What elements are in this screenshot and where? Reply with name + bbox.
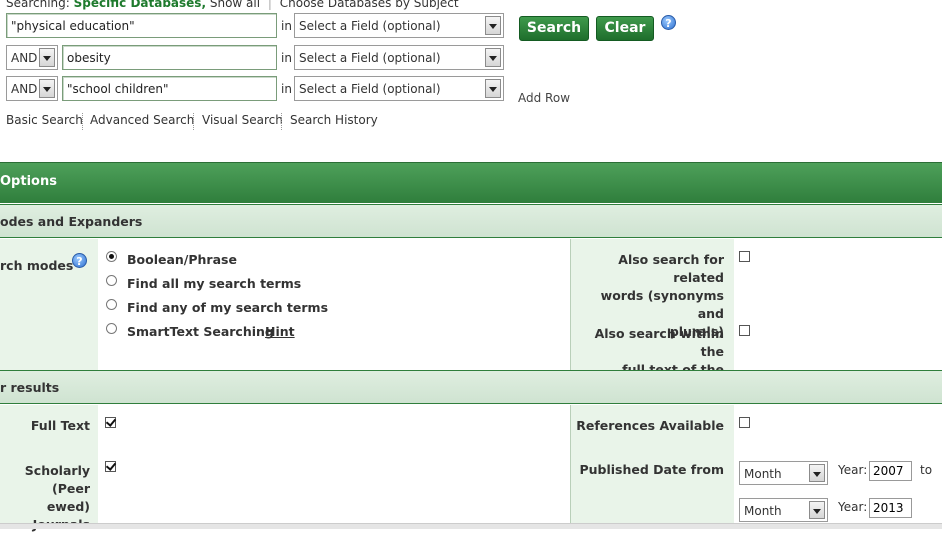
expanders-checkbox-cell: [734, 239, 942, 370]
from-month-select[interactable]: Month: [739, 461, 828, 485]
mode-find-all-label: Find all my search terms: [127, 276, 302, 291]
chevron-down-icon: [485, 16, 501, 35]
limit-results-title: r results: [0, 380, 60, 395]
options-title: Options: [0, 174, 57, 189]
bool-select-2[interactable]: AND: [6, 45, 58, 70]
bool-select-3-value: AND: [11, 82, 38, 96]
references-checkbox[interactable]: [739, 417, 750, 428]
search-term-input-3[interactable]: [62, 76, 277, 101]
modes-expanders-title: odes and Expanders: [0, 214, 143, 229]
searching-line: Searching: Specific Databases, Show all …: [6, 0, 459, 10]
mode-find-any-radio[interactable]: [106, 299, 117, 310]
nav-divider: [82, 113, 83, 130]
limit-left-checkbox-cell: [98, 405, 570, 523]
published-date-label: Published Date from: [579, 462, 724, 477]
full-text-checkbox[interactable]: [105, 417, 116, 428]
search-button[interactable]: Search: [519, 16, 589, 41]
mode-find-all-radio[interactable]: [106, 275, 117, 286]
to-year-input[interactable]: [869, 498, 912, 518]
specific-databases-link[interactable]: Specific Databases,: [74, 0, 206, 10]
bool-select-2-value: AND: [11, 51, 38, 65]
mode-boolean-label: Boolean/Phrase: [127, 252, 237, 267]
searching-label: Searching:: [6, 0, 70, 10]
field-select-2-value: Select a Field (optional): [299, 51, 441, 65]
chevron-down-icon: [39, 48, 55, 67]
to-month-value: Month: [744, 504, 782, 518]
field-select-2[interactable]: Select a Field (optional): [294, 45, 504, 70]
modes-expanders-header[interactable]: odes and Expanders: [0, 204, 942, 238]
from-year-label: Year:: [838, 463, 868, 477]
field-select-1[interactable]: Select a Field (optional): [294, 13, 504, 38]
in-label-1: in: [281, 19, 292, 33]
horizontal-scrollbar[interactable]: [0, 523, 942, 529]
visual-search-link[interactable]: Visual Search: [202, 113, 283, 127]
to-month-select[interactable]: Month: [739, 498, 828, 522]
search-history-link[interactable]: Search History: [290, 113, 378, 127]
scholarly-checkbox[interactable]: [105, 461, 116, 472]
chevron-down-icon: [485, 79, 501, 98]
related-words-checkbox[interactable]: [739, 251, 750, 262]
mode-find-any-label: Find any of my search terms: [127, 300, 329, 315]
full-text-search-checkbox[interactable]: [739, 325, 750, 336]
chevron-down-icon: [39, 79, 55, 98]
options-header[interactable]: Options: [0, 162, 942, 203]
field-select-3-value: Select a Field (optional): [299, 82, 441, 96]
basic-search-link[interactable]: Basic Search: [6, 113, 83, 127]
references-label: References Available: [576, 418, 724, 433]
chevron-down-icon: [809, 501, 825, 519]
mode-smarttext-label: SmartText Searching: [127, 324, 274, 339]
in-label-3: in: [281, 82, 292, 96]
search-term-input-1[interactable]: [6, 13, 277, 38]
full-text-label: Full Text: [30, 418, 90, 433]
divider: |: [267, 0, 272, 10]
add-row-link[interactable]: Add Row: [518, 91, 570, 105]
field-select-3[interactable]: Select a Field (optional): [294, 76, 504, 101]
mode-boolean-radio[interactable]: [106, 251, 117, 262]
to-label: to: [920, 463, 933, 477]
help-icon[interactable]: ?: [72, 253, 87, 268]
clear-button[interactable]: Clear: [596, 16, 654, 41]
field-select-1-value: Select a Field (optional): [299, 19, 441, 33]
nav-divider: [281, 113, 282, 130]
show-all-link[interactable]: Show all: [210, 0, 260, 10]
choose-databases-link[interactable]: Choose Databases by Subject: [280, 0, 459, 10]
bool-select-3[interactable]: AND: [6, 76, 58, 101]
in-label-2: in: [281, 51, 292, 65]
nav-divider: [193, 113, 194, 130]
advanced-search-link[interactable]: Advanced Search: [90, 113, 194, 127]
to-year-label: Year:: [838, 500, 868, 514]
search-term-input-2[interactable]: [62, 45, 277, 70]
chevron-down-icon: [485, 48, 501, 67]
from-month-value: Month: [744, 467, 782, 481]
help-icon[interactable]: ?: [661, 15, 676, 30]
hint-link[interactable]: Hint: [265, 324, 295, 339]
search-modes-label: rch modes: [0, 258, 74, 273]
chevron-down-icon: [809, 464, 825, 482]
limit-results-header[interactable]: r results: [0, 370, 942, 404]
from-year-input[interactable]: [869, 461, 912, 481]
mode-smarttext-radio[interactable]: [106, 323, 117, 334]
